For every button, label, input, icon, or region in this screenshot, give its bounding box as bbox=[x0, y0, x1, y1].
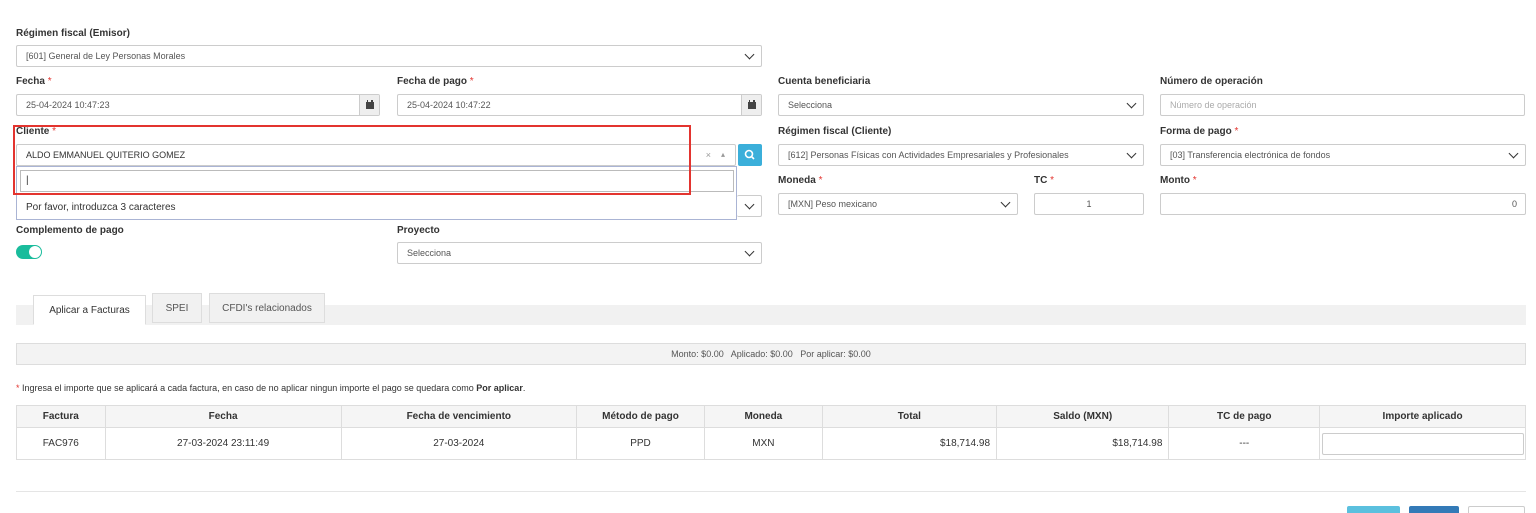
chevron-down-icon bbox=[1000, 197, 1011, 208]
col-metodo-pago: Método de pago bbox=[576, 405, 705, 428]
forma-pago-label: Forma de pago * bbox=[1160, 126, 1239, 137]
note-text: * Ingresa el importe que se aplicará a c… bbox=[16, 383, 526, 393]
calendar-button[interactable] bbox=[359, 95, 379, 115]
fecha-label: Fecha * bbox=[16, 76, 52, 87]
highlight-box bbox=[13, 125, 691, 195]
hidden-select[interactable] bbox=[737, 195, 762, 217]
tab-aplicar-facturas[interactable]: Aplicar a Facturas bbox=[33, 295, 146, 325]
cell-fecha-vencimiento: 27-03-2024 bbox=[340, 427, 578, 460]
fecha-input[interactable]: 25-04-2024 10:47:23 bbox=[16, 94, 380, 116]
chevron-down-icon bbox=[744, 199, 755, 210]
chevron-down-icon bbox=[1508, 148, 1519, 159]
chevron-down-icon bbox=[744, 246, 755, 257]
calendar-icon bbox=[747, 99, 756, 109]
chevron-down-icon bbox=[744, 49, 755, 60]
cell-total: $18,714.98 bbox=[821, 427, 998, 460]
moneda-value: [MXN] Peso mexicano bbox=[788, 199, 878, 209]
tc-value: 1 bbox=[1086, 199, 1092, 209]
cuenta-beneficiaria-select[interactable]: Selecciona bbox=[778, 94, 1144, 116]
cuenta-beneficiaria-value: Selecciona bbox=[788, 100, 833, 110]
footer-button-3[interactable] bbox=[1468, 506, 1525, 513]
col-factura: Factura bbox=[16, 405, 106, 428]
cell-saldo: $18,714.98 bbox=[996, 427, 1170, 460]
fecha-pago-input[interactable]: 25-04-2024 10:47:22 bbox=[397, 94, 762, 116]
facturas-table: Factura Fecha Fecha de vencimiento Métod… bbox=[16, 405, 1526, 460]
col-saldo: Saldo (MXN) bbox=[996, 405, 1170, 428]
cliente-hint: Por favor, introduzca 3 caracteres bbox=[26, 202, 176, 213]
footer-divider bbox=[16, 491, 1526, 492]
tc-input[interactable]: 1 bbox=[1034, 193, 1144, 215]
tc-label: TC * bbox=[1034, 175, 1055, 186]
regimen-cliente-label: Régimen fiscal (Cliente) bbox=[778, 126, 892, 137]
col-total: Total bbox=[821, 405, 998, 428]
regimen-cliente-value: [612] Personas Físicas con Actividades E… bbox=[788, 150, 1069, 160]
col-tc-pago: TC de pago bbox=[1168, 405, 1321, 428]
col-fecha-vencimiento: Fecha de vencimiento bbox=[340, 405, 578, 428]
importe-aplicado-input[interactable] bbox=[1321, 432, 1524, 455]
chevron-down-icon bbox=[1126, 148, 1137, 159]
table-row: FAC976 27-03-2024 23:11:49 27-03-2024 PP… bbox=[16, 427, 1526, 460]
regimen-cliente-select[interactable]: [612] Personas Físicas con Actividades E… bbox=[778, 144, 1144, 166]
cell-moneda: MXN bbox=[703, 427, 823, 460]
chevron-up-icon: ▴ bbox=[720, 150, 725, 159]
cuenta-beneficiaria-label: Cuenta beneficiaria bbox=[778, 76, 871, 87]
cell-metodo-pago: PPD bbox=[576, 427, 705, 460]
numero-operacion-placeholder: Número de operación bbox=[1170, 100, 1257, 110]
forma-pago-value: [03] Transferencia electrónica de fondos bbox=[1170, 150, 1331, 160]
proyecto-select[interactable]: Selecciona bbox=[397, 242, 762, 264]
table-header-row: Factura Fecha Fecha de vencimiento Métod… bbox=[16, 405, 1526, 428]
monto-input[interactable]: 0 bbox=[1160, 193, 1526, 215]
fecha-value: 25-04-2024 10:47:23 bbox=[26, 100, 110, 110]
summary-bar: Monto: $0.00 Aplicado: $0.00 Por aplicar… bbox=[16, 343, 1526, 365]
fecha-pago-label: Fecha de pago * bbox=[397, 76, 474, 87]
col-fecha: Fecha bbox=[104, 405, 342, 428]
cell-fecha: 27-03-2024 23:11:49 bbox=[104, 427, 342, 460]
numero-operacion-input[interactable]: Número de operación bbox=[1160, 94, 1525, 116]
col-moneda: Moneda bbox=[703, 405, 823, 428]
tab-spei[interactable]: SPEI bbox=[152, 293, 202, 323]
calendar-button[interactable] bbox=[741, 95, 761, 115]
forma-pago-select[interactable]: [03] Transferencia electrónica de fondos bbox=[1160, 144, 1526, 166]
calendar-icon bbox=[365, 99, 374, 109]
fecha-pago-value: 25-04-2024 10:47:22 bbox=[407, 100, 491, 110]
clear-icon[interactable]: × bbox=[706, 150, 711, 160]
regimen-emisor-value: [601] General de Ley Personas Morales bbox=[26, 51, 186, 61]
cell-importe-aplicado bbox=[1319, 427, 1526, 460]
monto-label: Monto * bbox=[1160, 175, 1197, 186]
search-button[interactable] bbox=[738, 144, 762, 166]
tab-cfdi-relacionados[interactable]: CFDI's relacionados bbox=[209, 293, 325, 323]
chevron-down-icon bbox=[1126, 98, 1137, 109]
regimen-emisor-label: Régimen fiscal (Emisor) bbox=[16, 28, 130, 39]
toggle-knob bbox=[29, 246, 41, 258]
regimen-emisor-select[interactable]: [601] General de Ley Personas Morales bbox=[16, 45, 762, 67]
footer-button-1[interactable] bbox=[1347, 506, 1400, 513]
numero-operacion-label: Número de operación bbox=[1160, 76, 1263, 87]
col-importe-aplicado: Importe aplicado bbox=[1319, 405, 1526, 428]
search-icon bbox=[744, 149, 755, 160]
monto-value: 0 bbox=[1511, 199, 1517, 209]
moneda-label: Moneda * bbox=[778, 175, 823, 186]
footer-button-2[interactable] bbox=[1409, 506, 1459, 513]
moneda-select[interactable]: [MXN] Peso mexicano bbox=[778, 193, 1018, 215]
proyecto-value: Selecciona bbox=[407, 248, 452, 258]
complemento-toggle[interactable] bbox=[16, 245, 42, 259]
cell-tc-pago: --- bbox=[1168, 427, 1321, 460]
proyecto-label: Proyecto bbox=[397, 225, 440, 236]
complemento-label: Complemento de pago bbox=[16, 225, 124, 236]
cell-factura: FAC976 bbox=[16, 427, 106, 460]
